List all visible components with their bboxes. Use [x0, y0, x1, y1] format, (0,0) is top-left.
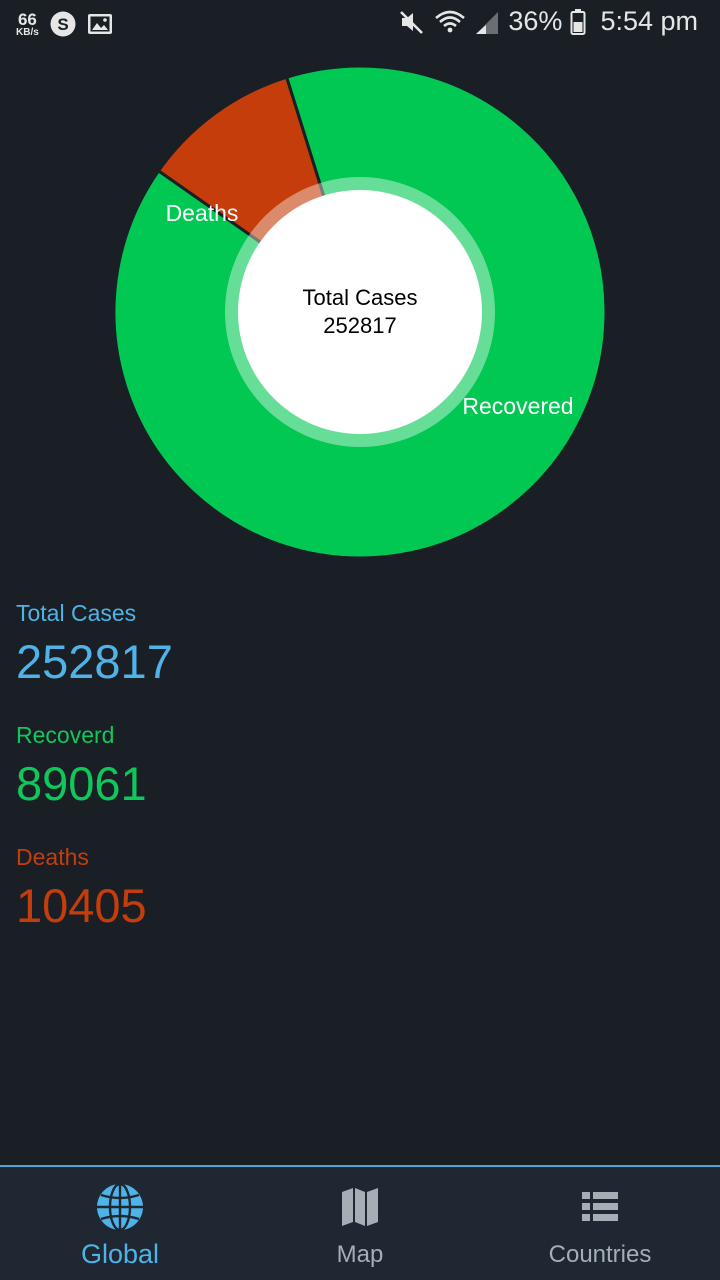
app-root: 66 KB/s S 36% 5:54 pm Deaths Recovered T… — [0, 0, 720, 1280]
battery-percentage: 36% — [508, 6, 563, 36]
center-title: Total Cases — [303, 285, 418, 310]
image-icon — [87, 14, 112, 34]
total-cases-value: 252817 — [16, 635, 173, 688]
globe-icon — [94, 1181, 146, 1233]
net-speed-unit: KB/s — [16, 26, 39, 38]
wifi-icon — [435, 10, 466, 32]
status-left: 66 KB/s S — [16, 10, 113, 38]
svg-text:S: S — [57, 15, 68, 34]
center-value: 252817 — [323, 313, 396, 338]
net-speed-indicator: 66 KB/s — [16, 11, 39, 38]
status-right: 36% 5:54 pm — [398, 6, 698, 37]
nav-map[interactable]: Map — [240, 1167, 480, 1280]
list-icon — [574, 1181, 626, 1233]
battery-icon — [570, 8, 586, 35]
net-speed-value: 66 — [17, 9, 37, 29]
clock: 5:54 pm — [600, 6, 698, 36]
skype-icon: S — [50, 11, 76, 37]
donut-svg: Deaths Recovered Total Cases 252817 — [112, 64, 608, 560]
deaths-label: Deaths — [16, 844, 89, 870]
nav-countries[interactable]: Countries — [480, 1167, 720, 1280]
slice-label-recovered: Recovered — [462, 393, 573, 419]
stats-panel: Total Cases 252817 Recoverd 89061 Deaths… — [16, 598, 704, 964]
signal-icon — [476, 11, 499, 34]
bottom-navigation: Global Map Countries — [0, 1165, 720, 1280]
recovered-value: 89061 — [16, 757, 147, 810]
map-icon — [334, 1181, 386, 1233]
status-bar: 66 KB/s S 36% 5:54 pm — [0, 0, 720, 50]
nav-global[interactable]: Global — [0, 1167, 240, 1280]
slice-label-deaths: Deaths — [166, 200, 239, 226]
deaths-block: Deaths 10405 — [16, 842, 704, 964]
cases-donut-chart: Deaths Recovered Total Cases 252817 — [0, 60, 720, 570]
recovered-block: Recoverd 89061 — [16, 720, 704, 842]
nav-countries-label: Countries — [548, 1241, 652, 1268]
nav-map-label: Map — [336, 1241, 384, 1268]
recovered-label: Recoverd — [16, 722, 115, 748]
deaths-value: 10405 — [16, 879, 147, 932]
mute-icon — [400, 10, 424, 34]
total-cases-block: Total Cases 252817 — [16, 598, 704, 720]
nav-global-label: Global — [80, 1239, 160, 1269]
total-cases-label: Total Cases — [16, 600, 137, 626]
